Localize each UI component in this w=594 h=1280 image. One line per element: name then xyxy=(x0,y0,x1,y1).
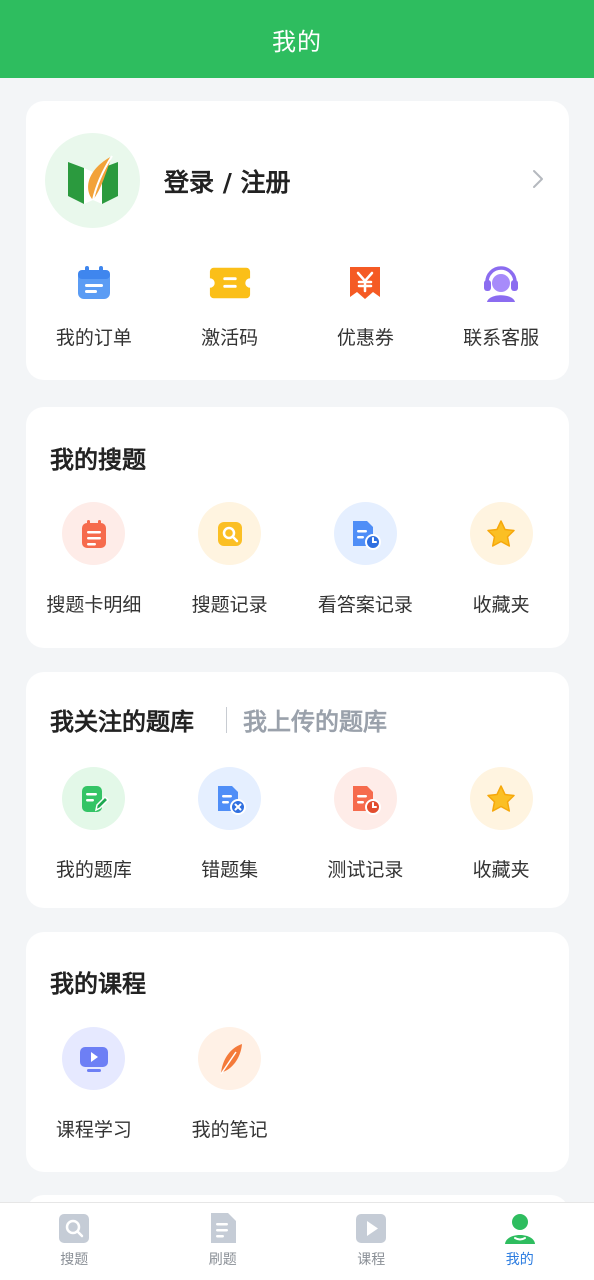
item-label: 我的题库 xyxy=(55,859,132,881)
quick-action-customer-service[interactable]: 联系客服 xyxy=(433,261,569,350)
quick-action-coupons[interactable]: 优惠券 xyxy=(298,261,434,350)
star-icon xyxy=(487,519,515,547)
course-study-item[interactable]: 课程学习 xyxy=(26,1027,162,1142)
bank-items-row: 我的题库 错题集 测试记录 收藏夹 xyxy=(26,767,569,882)
search-record-icon xyxy=(217,521,242,546)
item-label: 看答案记录 xyxy=(317,594,413,616)
item-label: 测试记录 xyxy=(327,859,404,881)
tab-label: 我的 xyxy=(505,1252,534,1268)
video-icon xyxy=(79,1046,108,1072)
course-items-row: 课程学习 我的笔记 xyxy=(26,1027,569,1142)
my-bank-item[interactable]: 我的题库 xyxy=(26,767,162,882)
ticket-icon xyxy=(209,267,250,299)
test-record-item[interactable]: 测试记录 xyxy=(298,767,434,882)
star-icon xyxy=(487,784,515,812)
tab-search[interactable]: 搜题 xyxy=(0,1203,149,1280)
chevron-right-icon[interactable] xyxy=(527,167,549,191)
quick-action-label: 联系客服 xyxy=(463,327,540,349)
tab-followed-banks[interactable]: 我关注的题库 xyxy=(50,702,194,737)
wrong-doc-icon xyxy=(217,785,246,815)
doc-tab-icon xyxy=(210,1213,236,1243)
tab-divider xyxy=(226,706,227,733)
search-record-item[interactable]: 搜题记录 xyxy=(162,502,298,617)
item-label: 错题集 xyxy=(201,859,259,881)
feather-icon xyxy=(220,1043,242,1074)
tab-label: 搜题 xyxy=(60,1252,89,1268)
item-label: 我的笔记 xyxy=(191,1119,268,1141)
avatar[interactable] xyxy=(45,133,140,228)
search-section-card: 我的搜题 搜题卡明细 搜题记录 看答案记录 收藏夹 xyxy=(26,407,569,648)
quick-action-activation-code[interactable]: 激活码 xyxy=(162,261,298,350)
tab-mine[interactable]: 我的 xyxy=(446,1203,594,1280)
bank-tabs: 我关注的题库 我上传的题库 xyxy=(50,702,387,737)
question-bank-card: 我关注的题库 我上传的题库 我的题库 错题集 测试记录 收藏夹 xyxy=(26,672,569,908)
quick-actions-row: 我的订单 激活码 优惠券 联系客服 xyxy=(26,261,569,350)
search-card-detail-item[interactable]: 搜题卡明细 xyxy=(26,502,162,617)
tab-uploaded-banks[interactable]: 我上传的题库 xyxy=(243,702,387,737)
answer-record-item[interactable]: 看答案记录 xyxy=(298,502,434,617)
test-record-icon xyxy=(353,785,382,815)
login-register-link[interactable]: 登录 / 注册 xyxy=(164,163,291,199)
coupon-icon xyxy=(350,267,381,299)
item-label: 收藏夹 xyxy=(472,859,530,881)
edit-doc-icon xyxy=(81,785,109,812)
answer-record-icon xyxy=(353,520,382,550)
quick-action-orders[interactable]: 我的订单 xyxy=(26,261,162,350)
search-tab-icon xyxy=(59,1214,90,1243)
item-label: 收藏夹 xyxy=(472,594,530,616)
tab-label: 刷题 xyxy=(208,1252,237,1268)
page-title: 我的 xyxy=(272,27,322,56)
bottom-tab-bar: 搜题 刷题 课程 我的 xyxy=(0,1202,594,1280)
tab-label: 课程 xyxy=(357,1252,386,1268)
search-items-row: 搜题卡明细 搜题记录 看答案记录 收藏夹 xyxy=(26,502,569,617)
calendar-icon xyxy=(77,266,110,299)
bank-favorites-item[interactable]: 收藏夹 xyxy=(433,767,569,882)
item-label: 课程学习 xyxy=(55,1119,132,1141)
quick-action-label: 我的订单 xyxy=(55,327,132,349)
my-notes-item[interactable]: 我的笔记 xyxy=(162,1027,298,1142)
quick-action-label: 优惠券 xyxy=(336,327,394,349)
notepad-icon xyxy=(81,519,106,548)
section-title: 我的搜题 xyxy=(50,446,146,474)
play-tab-icon xyxy=(356,1214,387,1243)
course-section-card: 我的课程 课程学习 我的笔记 xyxy=(26,932,569,1172)
profile-card: 登录 / 注册 我的订单 激活码 优惠券 联系客服 xyxy=(26,101,569,380)
leaf-logo-icon xyxy=(67,154,118,204)
quick-action-label: 激活码 xyxy=(201,327,259,349)
top-bar: 我的 xyxy=(0,0,594,78)
customer-service-icon xyxy=(484,266,519,302)
item-label: 搜题卡明细 xyxy=(46,594,142,616)
user-tab-icon xyxy=(504,1214,535,1244)
favorites-item[interactable]: 收藏夹 xyxy=(433,502,569,617)
wrong-questions-item[interactable]: 错题集 xyxy=(162,767,298,882)
section-title: 我的课程 xyxy=(50,970,146,998)
item-label: 搜题记录 xyxy=(191,594,268,616)
tab-practice[interactable]: 刷题 xyxy=(149,1203,298,1280)
tab-courses[interactable]: 课程 xyxy=(297,1203,446,1280)
